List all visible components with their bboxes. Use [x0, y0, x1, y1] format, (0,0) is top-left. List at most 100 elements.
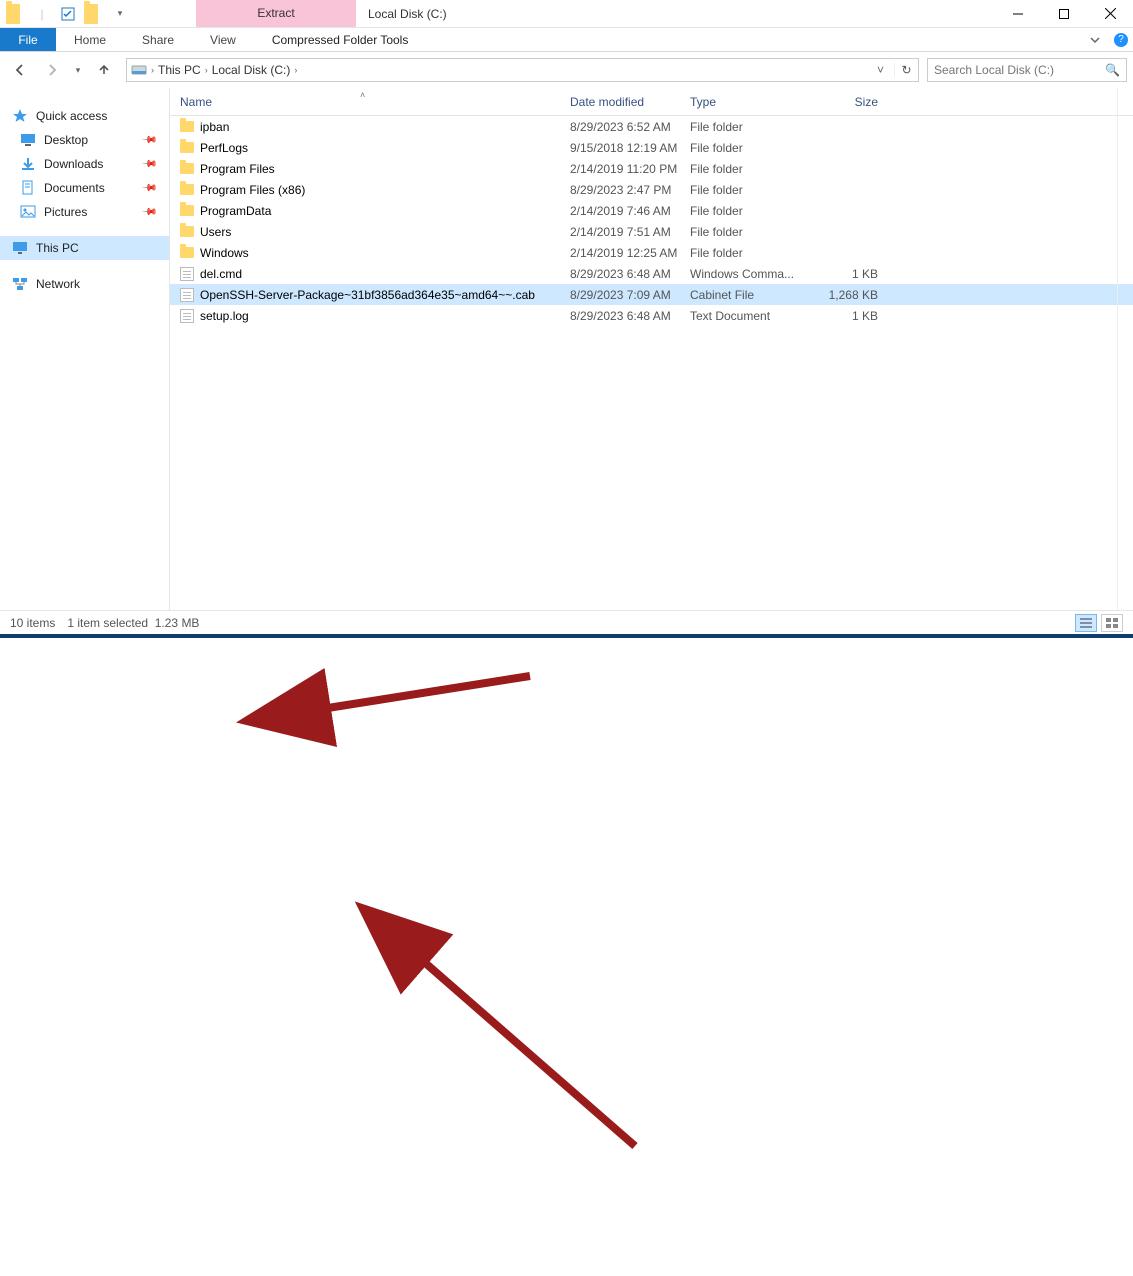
file-type: File folder — [690, 183, 808, 197]
window-title: Local Disk (C:) — [356, 7, 995, 21]
search-input[interactable] — [934, 63, 1105, 77]
view-details-button[interactable] — [1075, 614, 1097, 632]
breadcrumb-segment[interactable]: Local Disk (C:) — [212, 63, 291, 77]
chevron-right-icon[interactable]: › — [294, 65, 297, 75]
file-type: Cabinet File — [690, 288, 808, 302]
up-button[interactable] — [90, 56, 118, 84]
status-selection-size: 1.23 MB — [155, 616, 200, 630]
status-item-count: 10 items — [10, 616, 55, 630]
ribbon-expand-icon[interactable] — [1089, 28, 1101, 51]
chevron-right-icon[interactable]: › — [151, 65, 154, 75]
scrollbar-vertical[interactable] — [1117, 88, 1133, 610]
file-row[interactable]: PerfLogs9/15/2018 12:19 AMFile folder — [170, 137, 1133, 158]
file-name: del.cmd — [200, 267, 242, 281]
file-date: 8/29/2023 7:09 AM — [570, 288, 690, 302]
tab-share[interactable]: Share — [124, 28, 192, 51]
back-button[interactable] — [6, 56, 34, 84]
file-date: 9/15/2018 12:19 AM — [570, 141, 690, 155]
folder-icon — [180, 121, 194, 132]
forward-button[interactable] — [38, 56, 66, 84]
close-button[interactable] — [1087, 0, 1133, 27]
file-row[interactable]: OpenSSH-Server-Package~31bf3856ad364e35~… — [170, 284, 1133, 305]
nav-label: Network — [36, 277, 80, 291]
column-headers: Name ˄ Date modified Type Size — [170, 88, 1133, 116]
view-large-icons-button[interactable] — [1101, 614, 1123, 632]
desktop-icon — [20, 132, 36, 148]
nav-label: Documents — [44, 181, 105, 195]
nav-label: Quick access — [36, 109, 107, 123]
file-name: Program Files (x86) — [200, 183, 305, 197]
pin-icon: 📌 — [140, 180, 157, 197]
column-header-size[interactable]: Size — [808, 95, 878, 109]
file-row[interactable]: Windows2/14/2019 12:25 AMFile folder — [170, 242, 1133, 263]
column-header-date[interactable]: Date modified — [570, 95, 690, 109]
column-header-type[interactable]: Type — [690, 95, 808, 109]
file-row[interactable]: setup.log8/29/2023 6:48 AMText Document1… — [170, 305, 1133, 326]
file-name: PerfLogs — [200, 141, 248, 155]
file-type: File folder — [690, 162, 808, 176]
help-button[interactable]: ? — [1109, 28, 1133, 51]
chevron-right-icon[interactable]: › — [205, 65, 208, 75]
contextual-tab-extract[interactable]: Extract — [196, 0, 356, 27]
search-box[interactable]: 🔍 — [927, 58, 1127, 82]
qat-properties-button[interactable] — [58, 4, 78, 24]
file-row[interactable]: Program Files 2/14/2019 11:20 PMFile fold… — [170, 158, 1133, 179]
nav-documents[interactable]: Documents 📌 — [0, 176, 169, 200]
file-row[interactable]: Program Files (x86)8/29/2023 2:47 PMFile… — [170, 179, 1133, 200]
qat-dropdown-icon[interactable]: ▾ — [110, 4, 130, 24]
file-icon — [180, 288, 194, 302]
recent-locations-button[interactable]: ▾ — [70, 56, 86, 84]
folder-icon — [180, 247, 194, 258]
file-row[interactable]: ipban8/29/2023 6:52 AMFile folder — [170, 116, 1133, 137]
nav-downloads[interactable]: Downloads 📌 — [0, 152, 169, 176]
column-header-name[interactable]: Name ˄ — [180, 95, 570, 109]
address-bar[interactable]: › This PC › Local Disk (C:) › ˅ ↻ — [126, 58, 919, 82]
column-header-label: Name — [180, 95, 212, 109]
navigation-pane[interactable]: Quick access Desktop 📌 Downloads 📌 Docum… — [0, 88, 170, 610]
status-bar: 10 items 1 item selected 1.23 MB — [0, 610, 1133, 634]
nav-label: This PC — [36, 241, 79, 255]
file-name: setup.log — [200, 309, 249, 323]
navigation-row: ▾ › This PC › Local Disk (C:) › ˅ ↻ 🔍 — [0, 52, 1133, 88]
tab-view[interactable]: View — [192, 28, 254, 51]
qat-divider: | — [32, 4, 52, 24]
address-history-button[interactable]: ˅ — [871, 63, 890, 77]
nav-desktop[interactable]: Desktop 📌 — [0, 128, 169, 152]
tab-home[interactable]: Home — [56, 28, 124, 51]
file-date: 8/29/2023 6:48 AM — [570, 267, 690, 281]
file-name: ipban — [200, 120, 229, 134]
file-name: Program Files — [200, 162, 275, 176]
file-row[interactable]: del.cmd 8/29/2023 6:48 AMWindows Comma...… — [170, 263, 1133, 284]
maximize-button[interactable] — [1041, 0, 1087, 27]
file-type: File folder — [690, 225, 808, 239]
nav-pictures[interactable]: Pictures 📌 — [0, 200, 169, 224]
file-icon — [180, 267, 194, 281]
search-icon: 🔍 — [1105, 63, 1120, 77]
file-row[interactable]: ProgramData2/14/2019 7:46 AMFile folder — [170, 200, 1133, 221]
sort-ascending-icon: ˄ — [360, 90, 365, 100]
window-controls — [995, 0, 1133, 27]
file-name: Windows — [200, 246, 249, 260]
status-selection-text: 1 item selected — [67, 616, 148, 630]
nav-network[interactable]: Network — [0, 272, 169, 296]
nav-this-pc[interactable]: This PC — [0, 236, 169, 260]
documents-icon — [20, 180, 36, 196]
nav-quick-access[interactable]: Quick access — [0, 104, 169, 128]
file-tab[interactable]: File — [0, 28, 56, 51]
tab-compressed-folder-tools[interactable]: Compressed Folder Tools — [254, 28, 427, 51]
folder-icon — [180, 226, 194, 237]
file-date: 2/14/2019 7:51 AM — [570, 225, 690, 239]
file-type: File folder — [690, 120, 808, 134]
refresh-button[interactable]: ↻ — [894, 63, 918, 77]
file-row[interactable]: Users2/14/2019 7:51 AMFile folder — [170, 221, 1133, 242]
file-size: 1,268 KB — [808, 288, 878, 302]
nav-label: Desktop — [44, 133, 88, 147]
qat-newfolder-button[interactable] — [84, 4, 104, 24]
file-type: Windows Comma... — [690, 267, 808, 281]
minimize-button[interactable] — [995, 0, 1041, 27]
file-type: File folder — [690, 204, 808, 218]
file-type: File folder — [690, 246, 808, 260]
file-date: 2/14/2019 11:20 PM — [570, 162, 690, 176]
folder-icon — [180, 184, 194, 195]
breadcrumb-root[interactable]: This PC — [158, 63, 201, 77]
